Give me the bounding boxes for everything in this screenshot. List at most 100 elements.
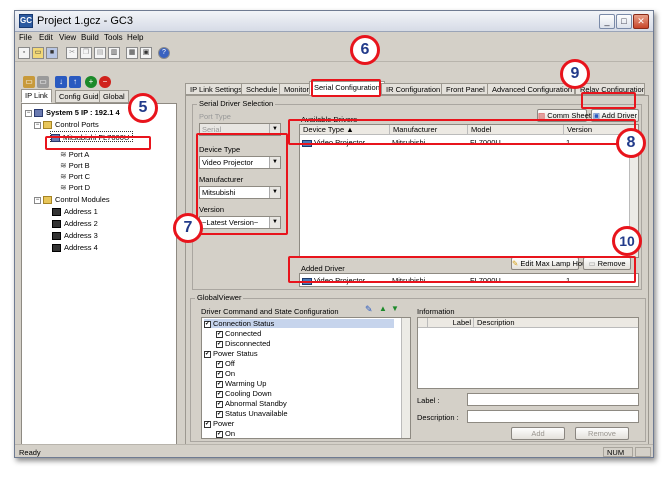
list-item[interactable]: ✓ Warming Up <box>216 379 394 388</box>
callout-6: 6 <box>350 35 380 65</box>
menu-build[interactable]: Build <box>81 33 99 42</box>
maximize-button[interactable]: □ <box>616 14 632 29</box>
tree-control-ports[interactable]: − Control Ports <box>34 119 99 130</box>
minimize-button[interactable]: _ <box>599 14 615 29</box>
list-scrollbar[interactable] <box>401 318 410 438</box>
folder-add-icon[interactable]: ▭ <box>23 76 35 88</box>
tree-system[interactable]: − System 5 IP : 192.1 4 <box>25 107 120 118</box>
callout-10: 10 <box>612 226 642 256</box>
module-icon <box>52 220 61 229</box>
tree-port-d[interactable]: ≋ Port D <box>60 182 90 193</box>
command-state-list[interactable]: ✓ Connection Status ✓ Connected ✓ Disconnecte… <box>201 317 411 439</box>
copy-icon[interactable]: ❐ <box>80 47 92 59</box>
label-field-label: Label : <box>417 396 440 405</box>
tab-ip-link-settings[interactable]: IP Link Settings <box>185 83 247 95</box>
menu-bar: File Edit View Build Tools Help <box>15 32 653 45</box>
new-file-icon[interactable]: ▫ <box>18 47 30 59</box>
checkbox-icon[interactable]: ✓ <box>216 370 223 378</box>
delete-icon[interactable]: ▥ <box>108 47 120 59</box>
list-item[interactable]: ✓ On <box>216 369 394 378</box>
list-item[interactable]: ✓ Connection Status <box>204 319 394 328</box>
open-folder-icon[interactable]: ▭ <box>32 47 44 59</box>
help-icon[interactable]: ? <box>158 47 170 59</box>
project-tree: − System 5 IP : 192.1 4 − Control Ports Mi… <box>21 103 177 445</box>
description-input[interactable] <box>467 410 639 423</box>
label-input[interactable] <box>467 393 639 406</box>
port-type-label: Port Type <box>199 112 231 121</box>
save-icon[interactable]: ■ <box>46 47 58 59</box>
add-icon[interactable]: + <box>85 76 97 88</box>
remove-button[interactable]: Remove <box>575 427 629 440</box>
checkbox-icon[interactable]: ✓ <box>216 400 223 408</box>
cut-icon[interactable]: ✂ <box>66 47 78 59</box>
grid-icon[interactable]: ▦ <box>126 47 138 59</box>
collapse-icon[interactable]: − <box>25 109 32 117</box>
tree-address-2[interactable]: Address 2 <box>52 218 98 229</box>
collapse-icon[interactable]: − <box>34 196 41 204</box>
tab-global[interactable]: Global <box>99 90 129 103</box>
info-col-description[interactable]: Description <box>474 318 638 328</box>
add-button[interactable]: Add <box>511 427 565 440</box>
tree-control-modules[interactable]: − Control Modules <box>34 194 110 205</box>
menu-view[interactable]: View <box>59 33 76 42</box>
tree-port-c[interactable]: ≋ Port C <box>60 171 90 182</box>
checkbox-icon[interactable]: ✓ <box>204 320 211 328</box>
arrow-up-icon[interactable]: ↑ <box>69 76 81 88</box>
menu-help[interactable]: Help <box>127 33 143 42</box>
control-ports-label: Control Ports <box>55 120 99 129</box>
move-down-icon[interactable]: ▼ <box>391 304 399 313</box>
build-icon[interactable]: ▣ <box>140 47 152 59</box>
checkbox-icon[interactable]: ✓ <box>204 420 211 428</box>
tab-front-panel[interactable]: Front Panel <box>441 83 490 95</box>
checkbox-icon[interactable]: ✓ <box>204 350 211 358</box>
edit-pen-icon[interactable]: ✎ <box>365 304 373 315</box>
device-selection-highlight <box>196 133 288 235</box>
list-item[interactable]: ✓ On <box>216 429 394 438</box>
tree-port-b[interactable]: ≋ Port B <box>60 160 90 171</box>
tree-port-a[interactable]: ≋ Port A <box>60 149 89 160</box>
menu-edit[interactable]: Edit <box>39 33 53 42</box>
folder-remove-icon[interactable]: ▭ <box>37 76 49 88</box>
list-item[interactable]: ✓ Off <box>216 359 394 368</box>
tree-address-4[interactable]: Address 4 <box>52 242 98 253</box>
list-item[interactable]: ✓ Disconnected <box>216 339 394 348</box>
list-item-label: Power <box>213 419 235 428</box>
port-icon: ≋ <box>60 150 67 159</box>
arrow-down-icon[interactable]: ↓ <box>55 76 67 88</box>
available-driver-highlight <box>288 119 636 145</box>
collapse-icon[interactable]: − <box>34 121 41 129</box>
checkbox-icon[interactable]: ✓ <box>216 410 223 418</box>
checkbox-icon[interactable]: ✓ <box>216 340 223 348</box>
list-item[interactable]: ✓ Power Status <box>204 349 394 358</box>
tab-advanced-configuration[interactable]: Advanced Configuration <box>487 83 575 95</box>
tab-schedule[interactable]: Schedule <box>241 83 283 95</box>
menu-file[interactable]: File <box>19 33 32 42</box>
menu-tools[interactable]: Tools <box>104 33 123 42</box>
list-item[interactable]: ✓ Connected <box>216 329 394 338</box>
tree-address-1[interactable]: Address 1 <box>52 206 98 217</box>
tree-address-3[interactable]: Address 3 <box>52 230 98 241</box>
paste-icon[interactable]: ▤ <box>94 47 106 59</box>
tab-ir-configuration[interactable]: IR Configuration <box>381 83 446 95</box>
remove-icon[interactable]: − <box>99 76 111 88</box>
port-icon: ≋ <box>60 172 67 181</box>
checkbox-icon[interactable]: ✓ <box>216 380 223 388</box>
list-item[interactable]: ✓ Cooling Down <box>216 389 394 398</box>
info-col-label[interactable]: Label <box>428 318 474 328</box>
checkbox-icon[interactable]: ✓ <box>216 430 223 438</box>
control-modules-label: Control Modules <box>55 195 110 204</box>
driver-command-label: Driver Command and State Configuration <box>201 307 339 316</box>
list-item[interactable]: ✓ Status Unavailable <box>216 409 394 418</box>
left-panel: ▭ ▭ ↓ ↑ + − IP Link Config Guide Global … <box>19 69 177 445</box>
checkbox-icon[interactable]: ✓ <box>216 330 223 338</box>
move-up-icon[interactable]: ▲ <box>379 304 387 313</box>
checkbox-icon[interactable]: ✓ <box>216 390 223 398</box>
list-item[interactable]: ✓ Power <box>204 419 394 428</box>
title-bar: GC Project 1.gcz - GC3 _ □ ✕ <box>15 11 653 32</box>
list-item[interactable]: ✓ Abnormal Standby <box>216 399 394 408</box>
tab-ip-link-left[interactable]: IP Link <box>21 89 52 103</box>
information-grid[interactable]: Label Description <box>417 317 639 389</box>
checkbox-icon[interactable]: ✓ <box>216 360 223 368</box>
close-button[interactable]: ✕ <box>633 14 649 29</box>
port-d-label: Port D <box>68 183 91 192</box>
